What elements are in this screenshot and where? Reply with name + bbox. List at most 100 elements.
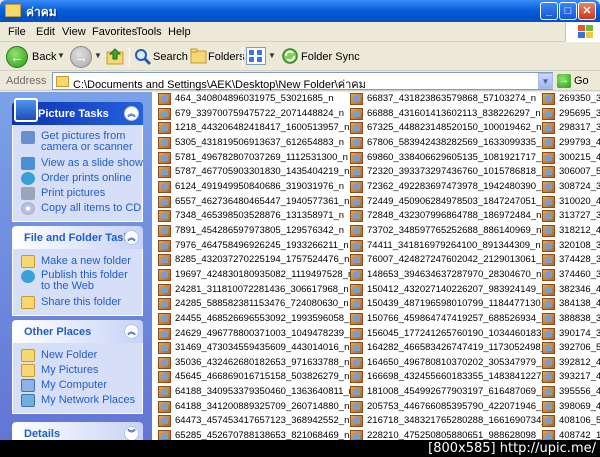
folders-button[interactable]: Folders xyxy=(208,51,245,63)
minimize-button[interactable]: _ xyxy=(540,2,558,20)
collapse-chevron-icon[interactable]: ︽ xyxy=(124,324,139,339)
task-label[interactable]: Get pictures from camera or scanner xyxy=(41,130,133,153)
file-item[interactable]: 228210_475250805880651_988628098_n xyxy=(348,429,552,440)
file-name[interactable]: 374428_3418 xyxy=(559,254,600,265)
place-my-pictures[interactable]: My Pictures xyxy=(21,364,136,379)
file-name[interactable]: 76007_424827247602042_2129013061_n xyxy=(367,254,547,265)
views-icon[interactable] xyxy=(246,47,266,65)
file-name[interactable]: 72848_432307996864788_186972484_n xyxy=(367,210,541,221)
file-item[interactable]: 679_339700759475722_2071448824_n xyxy=(156,107,355,121)
task-share-folder[interactable]: Share this folder xyxy=(21,296,136,311)
place-my-computer[interactable]: My Computer xyxy=(21,379,136,394)
other-places-header[interactable]: Other Places ︽ xyxy=(12,320,143,343)
file-name[interactable]: 74411_341816979264100_891344309_n xyxy=(367,240,541,251)
file-item[interactable]: 76007_424827247602042_2129013061_n xyxy=(348,253,552,267)
expand-chevron-icon[interactable]: ︾ xyxy=(124,426,139,440)
place-label[interactable]: My Network Places xyxy=(41,394,135,406)
task-label[interactable]: Copy all items to CD xyxy=(41,202,141,214)
file-name[interactable]: 228210_475250805880651_988628098_n xyxy=(367,430,547,440)
file-name[interactable]: 72449_450906284978503_1847247051_n xyxy=(367,196,547,207)
task-slide-show[interactable]: View as a slide show xyxy=(21,157,143,172)
file-item[interactable]: 64473_457453417657123_368942552_n xyxy=(156,414,355,428)
folder-sync-button[interactable]: Folder Sync xyxy=(301,51,360,63)
file-name[interactable]: 300215_4315 xyxy=(559,152,600,163)
file-item[interactable]: 5781_496782807037269_1112531300_n xyxy=(156,151,355,165)
file-name[interactable]: 388838_3418 xyxy=(559,313,600,324)
file-name[interactable]: 6124_491949950840686_319031976_n xyxy=(175,181,344,192)
file-item[interactable]: 299793_4639 xyxy=(540,136,600,150)
file-item[interactable]: 7348_465398503528876_131358971_n xyxy=(156,209,355,223)
views-dropdown-icon[interactable]: ▼ xyxy=(268,51,276,60)
file-item[interactable]: 24281_311810072281436_306617968_n xyxy=(156,283,355,297)
file-item[interactable]: 148653_394634637287970_28304670_n xyxy=(348,268,552,282)
file-item[interactable]: 216718_348321765280288_1661690734_n xyxy=(348,414,552,428)
file-name[interactable]: 156045_177241265760190_1034460183_n xyxy=(367,328,552,339)
file-name[interactable]: 65285_452670788138653_821068469_n xyxy=(175,430,349,440)
address-dropdown-icon[interactable]: ▼ xyxy=(538,73,553,89)
folders-icon[interactable] xyxy=(190,48,208,64)
file-item[interactable]: 69860_338406629605135_1081921717_n xyxy=(348,151,552,165)
file-item[interactable]: 5305_431819506913637_612654883_n xyxy=(156,136,355,150)
file-item[interactable]: 300215_4315 xyxy=(540,151,600,165)
file-item[interactable]: 205753_446766085395790_422071946_n xyxy=(348,400,552,414)
file-item[interactable]: 66888_431601413602113_838226297_n xyxy=(348,107,552,121)
address-path[interactable]: C:\Documents and Settings\AEK\Desktop\Ne… xyxy=(73,75,366,93)
file-item[interactable]: 64188_341200889325709_260714880_n xyxy=(156,400,355,414)
file-name[interactable]: 35036_432462680182653_971633788_n xyxy=(175,357,349,368)
file-item[interactable]: 24629_496778800371003_1049478239_n xyxy=(156,327,355,341)
file-item[interactable]: 1218_443206482418417_1600513957_n xyxy=(156,121,355,135)
menu-tools[interactable]: Tools xyxy=(136,26,162,38)
back-arrow-icon[interactable]: ← xyxy=(6,46,28,68)
file-item[interactable]: 392706_5842 xyxy=(540,341,600,355)
file-name[interactable]: 5305_431819506913637_612654883_n xyxy=(175,137,344,148)
place-label[interactable]: My Pictures xyxy=(41,364,98,376)
file-item[interactable]: 8285_432037270225194_1757524476_n xyxy=(156,253,355,267)
file-name[interactable]: 390174_3413 xyxy=(559,328,600,339)
task-publish-web[interactable]: Publish this folder to the Web xyxy=(21,270,136,296)
file-name[interactable]: 181008_454992677903197_616487069_n xyxy=(367,386,547,397)
file-item[interactable]: 24455_468526696553092_1993596058_n xyxy=(156,312,355,326)
back-button[interactable]: Back xyxy=(32,51,56,63)
file-item[interactable]: 382346_4395 xyxy=(540,283,600,297)
file-item[interactable]: 392812_4321 xyxy=(540,356,600,370)
file-name[interactable]: 320108_3413 xyxy=(559,240,600,251)
back-dropdown-icon[interactable]: ▼ xyxy=(57,51,65,60)
file-name[interactable]: 464_340804896031975_53021685_n xyxy=(175,93,334,104)
file-folder-tasks-header[interactable]: File and Folder Tasks ︽ xyxy=(12,226,143,249)
file-item[interactable]: 298317_3400 xyxy=(540,121,600,135)
file-name[interactable]: 313727_3405 xyxy=(559,210,600,221)
file-name[interactable]: 64188_340953379350460_1363640811_n xyxy=(175,386,354,397)
details-header[interactable]: Details ︾ xyxy=(12,422,143,440)
task-label[interactable]: Share this folder xyxy=(41,296,121,308)
file-item[interactable]: 374460_3418 xyxy=(540,268,600,282)
task-order-prints[interactable]: Order prints online xyxy=(21,172,136,187)
file-item[interactable]: 166698_432455660183355_1483841227_n xyxy=(348,370,552,384)
folder-sync-icon[interactable] xyxy=(281,47,299,65)
menu-help[interactable]: Help xyxy=(168,26,191,38)
file-item[interactable]: 19697_424830180935082_1119497528_n xyxy=(156,268,355,282)
title-bar[interactable]: ค่าคม _ □ ✕ xyxy=(0,0,600,22)
file-name[interactable]: 216718_348321765280288_1661690734_n xyxy=(367,415,552,426)
file-name[interactable]: 67325_448823148520150_100019462_n xyxy=(367,122,541,133)
file-item[interactable]: 72320_393373297436760_1015786818_n xyxy=(348,165,552,179)
file-item[interactable]: 72848_432307996864788_186972484_n xyxy=(348,209,552,223)
file-item[interactable]: 67806_583942438282569_1633099335_n xyxy=(348,136,552,150)
file-name[interactable]: 166698_432455660183355_1483841227_n xyxy=(367,371,552,382)
file-name[interactable]: 398069_4432 xyxy=(559,401,600,412)
file-item[interactable]: 464_340804896031975_53021685_n xyxy=(156,92,355,106)
file-item[interactable]: 45645_466869016715158_503826279_n xyxy=(156,370,355,384)
maximize-button[interactable]: □ xyxy=(559,2,577,20)
file-item[interactable]: 408106_5842 xyxy=(540,414,600,428)
task-label[interactable]: Make a new folder xyxy=(41,255,131,267)
menu-favorites[interactable]: Favorites xyxy=(92,26,137,38)
file-name[interactable]: 164282_466583426747419_1173052498_n xyxy=(367,342,551,353)
file-name[interactable]: 31469_473034559435609_443014016_n xyxy=(175,342,349,353)
file-name[interactable]: 24455_468526696553092_1993596058_n xyxy=(175,313,355,324)
file-name[interactable]: 8285_432037270225194_1757524476_n xyxy=(175,254,349,265)
file-name[interactable]: 205753_446766085395790_422071946_n xyxy=(367,401,547,412)
file-name[interactable]: 393217_4270 xyxy=(559,371,600,382)
file-name[interactable]: 298317_3400 xyxy=(559,122,600,133)
file-name[interactable]: 148653_394634637287970_28304670_n xyxy=(367,269,541,280)
file-name[interactable]: 5787_467705903301830_1435404219_n xyxy=(175,166,349,177)
file-name[interactable]: 7891_454286597973805_129576342_n xyxy=(175,225,344,236)
